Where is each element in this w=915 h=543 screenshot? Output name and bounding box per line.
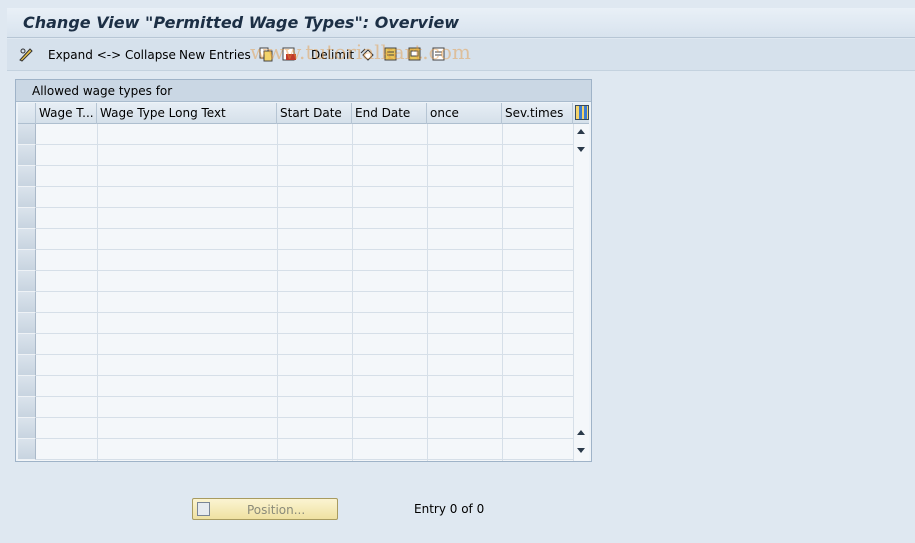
new-entries-button[interactable]: New Entries <box>179 46 251 64</box>
row-selector[interactable] <box>18 250 36 271</box>
column-header-long-text[interactable]: Wage Type Long Text <box>97 103 277 124</box>
column-settings-icon[interactable] <box>575 105 589 120</box>
column-divider <box>277 124 278 461</box>
column-divider <box>427 124 428 461</box>
expand-collapse-button[interactable]: Expand <-> Collapse <box>48 46 176 64</box>
row-selector[interactable] <box>18 145 36 166</box>
column-header-once[interactable]: once <box>427 103 502 124</box>
table-row[interactable] <box>36 313 573 334</box>
table-caption-bar: Allowed wage types for <box>16 80 591 102</box>
column-header-end-date[interactable]: End Date <box>352 103 427 124</box>
row-selector[interactable] <box>18 187 36 208</box>
row-selector[interactable] <box>18 124 36 145</box>
table-caption: Allowed wage types for <box>32 84 173 98</box>
row-selector[interactable] <box>18 292 36 313</box>
table-row[interactable] <box>36 292 573 313</box>
column-divider <box>502 124 503 461</box>
column-header-start-date[interactable]: Start Date <box>277 103 352 124</box>
table-grid: Wage T... Wage Type Long Text Start Date… <box>18 103 589 461</box>
scroll-up-bottom-icon[interactable] <box>577 430 585 435</box>
row-selector[interactable] <box>18 313 36 334</box>
row-selector[interactable] <box>18 334 36 355</box>
scroll-down-top-icon[interactable] <box>577 147 585 152</box>
undo-change-icon[interactable] <box>360 46 376 62</box>
position-icon <box>197 502 210 516</box>
table-row[interactable] <box>36 376 573 397</box>
row-selector[interactable] <box>18 355 36 376</box>
table-row[interactable] <box>36 250 573 271</box>
select-all-icon[interactable] <box>383 46 399 62</box>
position-button-label: Position... <box>247 503 306 517</box>
table-row[interactable] <box>36 166 573 187</box>
scroll-down-bottom-icon[interactable] <box>577 448 585 453</box>
column-divider <box>97 124 98 461</box>
table-row[interactable] <box>36 418 573 439</box>
title-bar: Change View "Permitted Wage Types": Over… <box>7 8 915 38</box>
table-row[interactable] <box>36 334 573 355</box>
delimit-button[interactable]: Delimit <box>311 46 354 64</box>
application-toolbar: Expand <-> Collapse New Entries Delimit <box>7 39 915 71</box>
deselect-all-icon[interactable] <box>431 46 447 62</box>
column-divider <box>352 124 353 461</box>
page-title: Change View "Permitted Wage Types": Over… <box>23 13 460 32</box>
row-selector[interactable] <box>18 418 36 439</box>
pencil-glasses-icon[interactable] <box>18 46 34 62</box>
copy-as-icon[interactable] <box>258 46 274 62</box>
select-block-icon[interactable] <box>407 46 423 62</box>
column-header-wage-type[interactable]: Wage T... <box>36 103 97 124</box>
row-selector[interactable] <box>18 376 36 397</box>
select-all-rows-cell[interactable] <box>18 103 36 124</box>
row-selector[interactable] <box>18 208 36 229</box>
table-row[interactable] <box>36 208 573 229</box>
table-row[interactable] <box>36 229 573 250</box>
table-row[interactable] <box>36 439 573 460</box>
row-selector-column <box>18 124 36 461</box>
table-row[interactable] <box>36 355 573 376</box>
position-button[interactable]: Position... <box>192 498 338 520</box>
scroll-up-top-icon[interactable] <box>577 129 585 134</box>
table-row[interactable] <box>36 397 573 418</box>
row-selector[interactable] <box>18 439 36 460</box>
column-header-sev-times[interactable]: Sev.times <box>502 103 573 124</box>
table-row[interactable] <box>36 187 573 208</box>
entry-count: Entry 0 of 0 <box>414 502 485 516</box>
table-header-row: Wage T... Wage Type Long Text Start Date… <box>18 103 589 124</box>
table-row[interactable] <box>36 145 573 166</box>
wage-types-table-control: Allowed wage types for Wage T... Wage Ty… <box>15 79 592 462</box>
delete-icon[interactable] <box>281 46 297 62</box>
row-selector[interactable] <box>18 166 36 187</box>
row-selector[interactable] <box>18 397 36 418</box>
table-row[interactable] <box>36 271 573 292</box>
row-selector[interactable] <box>18 271 36 292</box>
table-row[interactable] <box>36 124 573 145</box>
row-selector[interactable] <box>18 229 36 250</box>
table-body <box>36 124 573 461</box>
vertical-scrollbar[interactable] <box>573 124 589 461</box>
